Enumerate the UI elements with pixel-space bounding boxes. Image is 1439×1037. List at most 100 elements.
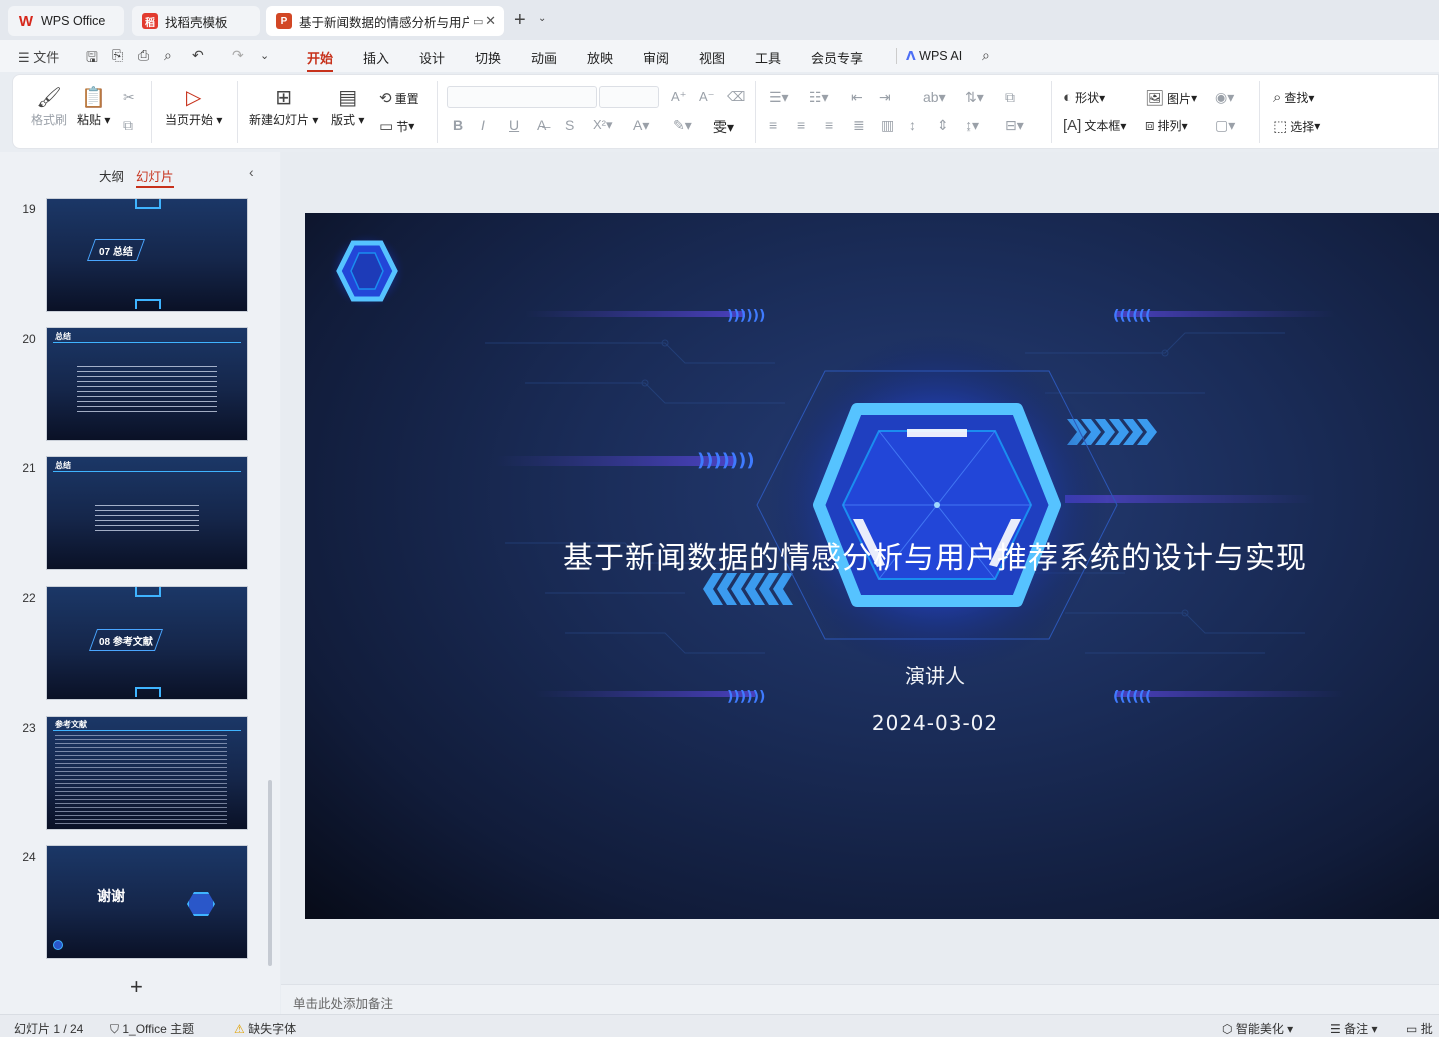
textbox-button[interactable]: [A] 文本框 ▾ xyxy=(1063,117,1126,134)
tab-list-chevron-icon[interactable]: ⌄ xyxy=(538,13,546,24)
slide-thumbnail[interactable]: 参考文献 xyxy=(46,716,248,830)
print-icon[interactable]: ⎙ xyxy=(138,47,149,64)
indent-increase-icon[interactable]: ⇥ xyxy=(879,89,891,106)
slide-thumbnail[interactable]: 总结 xyxy=(46,456,248,570)
font-shrink-icon[interactable]: A⁻ xyxy=(699,89,715,105)
line-spacing-icon[interactable]: ↕ xyxy=(909,117,916,133)
indent-decrease-icon[interactable]: ⇤ xyxy=(851,89,863,106)
tab-docer[interactable]: 稻 找稻壳模板 xyxy=(132,6,260,36)
shape-button[interactable]: ◐ 形状 ▾ xyxy=(1063,89,1105,106)
wps-ai-button[interactable]: ᐱ WPS AI xyxy=(906,48,962,63)
font-color-icon[interactable]: A▾ xyxy=(633,117,649,134)
section-button[interactable]: ▭ 节 ▾ xyxy=(379,117,414,135)
clear-format-icon[interactable]: ⌫ xyxy=(727,89,745,105)
fill-icon[interactable]: ◉▾ xyxy=(1215,89,1234,106)
copy-icon[interactable]: ⧉ xyxy=(123,117,133,134)
slide-date[interactable]: 2024-03-02 xyxy=(305,711,1439,735)
outline-icon[interactable]: ▢▾ xyxy=(1215,117,1235,134)
save-icon[interactable]: 🖫 xyxy=(86,47,98,71)
close-tab-icon[interactable]: ✕ xyxy=(485,13,496,29)
ribbon-divider xyxy=(1051,81,1052,143)
comments-button[interactable]: ▭ 批 xyxy=(1406,1020,1433,1037)
menu-file[interactable]: ☰ 文件 xyxy=(18,47,59,66)
tab-slides[interactable]: 幻灯片 xyxy=(136,166,174,188)
search-icon[interactable]: ⌕ xyxy=(982,47,990,64)
notes-pane[interactable]: 单击此处添加备注 xyxy=(281,984,1439,1014)
align-left-icon[interactable]: ≡ xyxy=(769,117,777,133)
notes-toggle-button[interactable]: ☰ 备注 ▾ xyxy=(1330,1020,1377,1037)
sort-icon[interactable]: ⇅▾ xyxy=(965,89,984,106)
menu-view[interactable]: 视图 xyxy=(699,48,725,67)
undo-icon[interactable]: ↶ xyxy=(192,47,204,64)
font-size-select[interactable] xyxy=(599,86,659,108)
tab-wps-office[interactable]: W WPS Office xyxy=(8,6,124,36)
menu-slideshow[interactable]: 放映 xyxy=(587,48,613,67)
select-button[interactable]: ⬚ 选择 ▾ xyxy=(1273,117,1320,135)
new-tab-icon[interactable]: + xyxy=(514,9,526,32)
numbered-list-icon[interactable]: ☷▾ xyxy=(809,89,829,106)
new-slide-button[interactable]: ⊞ 新建幻灯片 ▾ xyxy=(249,85,318,128)
collapse-panel-icon[interactable]: ‹ xyxy=(249,164,254,180)
menu-transition[interactable]: 切换 xyxy=(475,48,501,67)
text-box-align-icon[interactable]: ⊟▾ xyxy=(1005,117,1024,134)
font-grow-icon[interactable]: A⁺ xyxy=(671,89,687,105)
slide-title[interactable]: 基于新闻数据的情感分析与用户推荐系统的设计与实现 xyxy=(305,533,1439,577)
theme-status[interactable]: ⛉ 1_Office 主题 xyxy=(110,1020,194,1037)
align-right-icon[interactable]: ≡ xyxy=(825,117,833,133)
vertical-align-icon[interactable]: ↨▾ xyxy=(965,117,979,134)
menu-review[interactable]: 审阅 xyxy=(643,48,669,67)
menu-animation[interactable]: 动画 xyxy=(531,48,557,67)
para-spacing-icon[interactable]: ⇕ xyxy=(937,117,949,134)
add-slide-button[interactable]: + xyxy=(130,974,143,1000)
reset-button[interactable]: ⟲ 重置 xyxy=(379,89,419,107)
justify-icon[interactable]: ≣ xyxy=(853,117,865,134)
link-icon[interactable]: ⎘ xyxy=(112,47,123,64)
format-painter-button[interactable]: 🖌 格式刷 xyxy=(31,85,67,128)
underline-icon[interactable]: U xyxy=(509,117,519,133)
select-icon: ⬚ xyxy=(1273,118,1288,135)
find-button[interactable]: ⌕ 查找 ▾ xyxy=(1273,89,1314,106)
phonetic-icon[interactable]: 雯▾ xyxy=(713,117,734,137)
current-slide[interactable]: ))))))(((((( ))))))) ))))))((((((基于新闻数据… xyxy=(305,213,1439,919)
start-from-current-button[interactable]: ▷ 当页开始 ▾ xyxy=(165,85,222,128)
redo-icon[interactable]: ↷ xyxy=(232,47,244,64)
bullet-list-icon[interactable]: ☰▾ xyxy=(769,89,789,106)
tab-current-doc[interactable]: P 基于新闻数据的情感分析与用户 ▭ ✕ xyxy=(266,6,504,36)
font-family-select[interactable] xyxy=(447,86,597,108)
menu-tools[interactable]: 工具 xyxy=(755,48,781,67)
print-preview-icon[interactable]: ⌕ xyxy=(164,47,172,64)
menu-design[interactable]: 设计 xyxy=(419,48,445,67)
menu-insert[interactable]: 插入 xyxy=(363,48,389,67)
bold-icon[interactable]: B xyxy=(453,117,463,133)
superscript-icon[interactable]: X²▾ xyxy=(593,117,613,133)
convert-smartart-icon[interactable]: ⧉ xyxy=(1005,89,1015,106)
highlight-icon[interactable]: ✎▾ xyxy=(673,117,692,134)
cut-icon[interactable]: ✂ xyxy=(123,89,135,106)
arrange-button[interactable]: ⧈ 排列 ▾ xyxy=(1145,117,1188,134)
slide-presenter[interactable]: 演讲人 xyxy=(305,660,1439,689)
slide-thumbnail[interactable]: 07 总结 xyxy=(46,198,248,312)
quick-access-chevron-icon[interactable]: ⌄ xyxy=(260,49,269,62)
new-slide-icon: ⊞ xyxy=(275,87,293,109)
smart-beautify-button[interactable]: ⬡ 智能美化 ▾ xyxy=(1222,1020,1293,1037)
menu-divider xyxy=(896,48,897,64)
text-direction-icon[interactable]: ab▾ xyxy=(923,89,946,106)
columns-icon[interactable]: ▥ xyxy=(881,117,894,134)
slide-thumbnail[interactable]: 08 参考文献 xyxy=(46,586,248,700)
slide-thumbnail[interactable]: 总结 xyxy=(46,327,248,441)
tab-outline[interactable]: 大纲 xyxy=(99,166,124,185)
menu-home[interactable]: 开始 xyxy=(307,48,334,72)
thumb-number: 21 xyxy=(22,461,36,475)
start-from-current-label: 当页开始 ▾ xyxy=(165,113,223,127)
paste-button[interactable]: 📋 粘贴 ▾ xyxy=(77,85,110,128)
layout-button[interactable]: ▤ 版式 ▾ xyxy=(331,85,364,128)
align-center-icon[interactable]: ≡ xyxy=(797,117,805,133)
missing-font-status[interactable]: ⚠ 缺失字体 xyxy=(234,1020,296,1037)
italic-icon[interactable]: I xyxy=(481,117,485,133)
slide-thumbnail[interactable]: 谢谢 xyxy=(46,845,248,959)
panel-scrollbar[interactable] xyxy=(268,780,272,966)
shadow-text-icon[interactable]: S xyxy=(565,117,574,133)
picture-button[interactable]: 🖼 图片 ▾ xyxy=(1145,89,1197,107)
menu-member[interactable]: 会员专享 xyxy=(811,48,863,67)
strikethrough-icon[interactable]: A̶ xyxy=(537,117,546,133)
